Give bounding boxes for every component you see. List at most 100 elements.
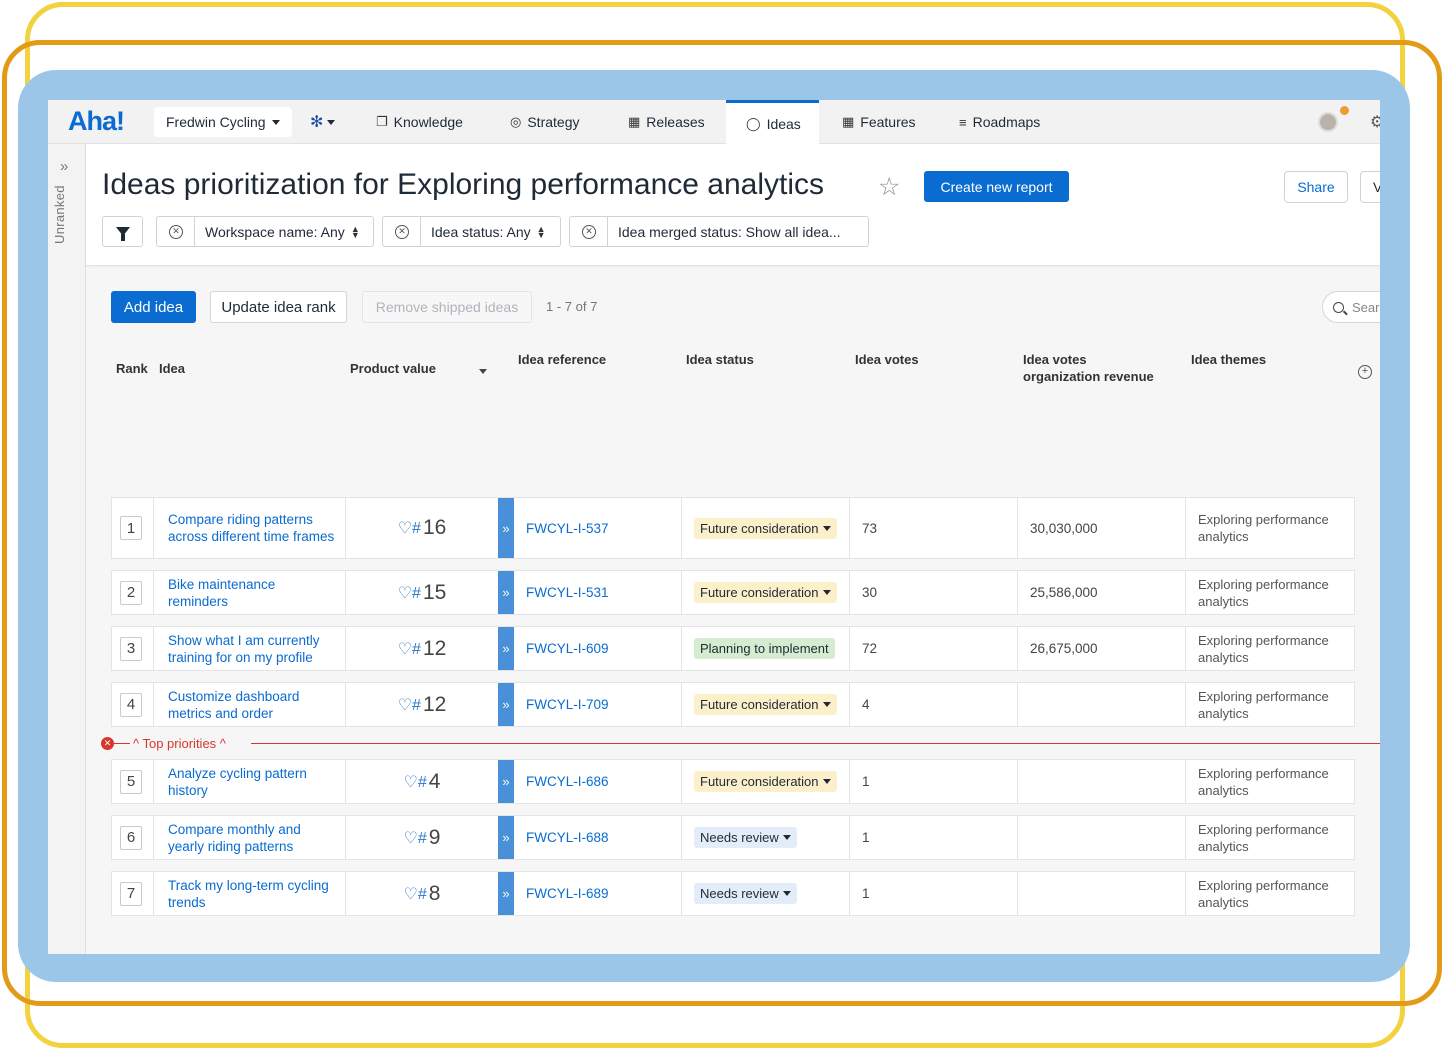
status-cell[interactable]: Planning to implement — [682, 627, 850, 670]
column-header-idea[interactable]: Idea — [159, 360, 185, 377]
product-value-cell[interactable]: ♡# 12 — [346, 627, 498, 670]
rank-number[interactable]: 7 — [120, 881, 142, 906]
expand-strip-icon[interactable]: » — [498, 571, 514, 614]
status-cell[interactable]: Future consideration — [682, 683, 850, 726]
themes-cell[interactable]: Exploring performance analytics — [1186, 571, 1354, 614]
themes-cell[interactable]: Exploring performance analytics — [1186, 627, 1354, 670]
nav-releases[interactable]: ▦ Releases — [608, 100, 725, 144]
status-cell[interactable]: Needs review — [682, 872, 850, 915]
add-idea-button[interactable]: Add idea — [111, 291, 196, 323]
unranked-rail[interactable]: » Unranked — [48, 144, 86, 954]
idea-cell[interactable]: Track my long-term cycling trends — [154, 872, 346, 915]
status-badge[interactable]: Needs review — [694, 883, 797, 904]
rank-number[interactable]: 4 — [120, 692, 142, 717]
expand-strip-icon[interactable]: » — [498, 872, 514, 915]
rank-number[interactable]: 6 — [120, 825, 142, 850]
quick-add-menu[interactable]: ✻ — [310, 112, 336, 132]
product-value-cell[interactable]: ♡# 9 — [346, 816, 498, 859]
status-cell[interactable]: Future consideration — [682, 498, 850, 558]
rank-cell[interactable]: 5 — [112, 760, 154, 803]
table-row[interactable]: 1 Compare riding patterns across differen… — [111, 497, 1355, 559]
themes-cell[interactable]: Exploring performance analytics — [1186, 683, 1354, 726]
column-header-revenue[interactable]: Idea votes organization revenue — [1023, 351, 1154, 385]
idea-reference-link[interactable]: FWCYL-I-609 — [514, 641, 609, 656]
nav-ideas[interactable]: ◯ Ideas — [726, 100, 819, 144]
themes-cell[interactable]: Exploring performance analytics — [1186, 872, 1354, 915]
remove-filter-status[interactable]: ✕ — [382, 216, 421, 247]
reference-cell[interactable]: FWCYL-I-537 — [514, 498, 682, 558]
idea-reference-link[interactable]: FWCYL-I-686 — [514, 774, 609, 789]
nav-knowledge[interactable]: ❐ Knowledge — [356, 100, 483, 144]
product-value-cell[interactable]: ♡# 8 — [346, 872, 498, 915]
idea-link[interactable]: Compare riding patterns across different… — [154, 511, 345, 545]
rank-number[interactable]: 3 — [120, 636, 142, 661]
column-header-votes[interactable]: Idea votes — [855, 351, 919, 368]
table-row[interactable]: 3 Show what I am currently training for o… — [111, 626, 1355, 671]
nav-roadmaps[interactable]: ≡ Roadmaps — [939, 100, 1060, 144]
workspace-selector[interactable]: Fredwin Cycling — [154, 107, 292, 137]
status-badge[interactable]: Future consideration — [694, 694, 837, 715]
reference-cell[interactable]: FWCYL-I-689 — [514, 872, 682, 915]
status-badge[interactable]: Future consideration — [694, 582, 837, 603]
nav-features[interactable]: ▦ Features — [822, 100, 936, 144]
top-priorities-divider[interactable]: ✕ ^ Top priorities ^ — [101, 736, 1380, 752]
rank-cell[interactable]: 3 — [112, 627, 154, 670]
idea-reference-link[interactable]: FWCYL-I-689 — [514, 886, 609, 901]
gear-icon[interactable]: ⚙ — [1370, 112, 1380, 132]
rank-cell[interactable]: 1 — [112, 498, 154, 558]
idea-cell[interactable]: Compare riding patterns across different… — [154, 498, 346, 558]
expand-strip-icon[interactable]: » — [498, 498, 514, 558]
rank-number[interactable]: 5 — [120, 769, 142, 794]
workspace-filter[interactable]: Workspace name: Any ▲ ▼ — [194, 216, 374, 247]
aha-logo[interactable]: Aha! — [68, 106, 125, 137]
idea-reference-link[interactable]: FWCYL-I-688 — [514, 830, 609, 845]
table-row[interactable]: 2 Bike maintenance reminders ♡# 15» FWCYL-I-… — [111, 570, 1355, 615]
column-header-themes[interactable]: Idea themes — [1191, 351, 1266, 368]
update-idea-rank-button[interactable]: Update idea rank — [210, 291, 347, 323]
status-cell[interactable]: Future consideration — [682, 571, 850, 614]
column-header-status[interactable]: Idea status — [686, 351, 754, 368]
idea-link[interactable]: Compare monthly and yearly riding patter… — [154, 821, 345, 855]
filter-button[interactable] — [102, 216, 143, 247]
add-column-icon[interactable]: + — [1358, 365, 1372, 379]
status-badge[interactable]: Needs review — [694, 827, 797, 848]
reference-cell[interactable]: FWCYL-I-709 — [514, 683, 682, 726]
status-badge[interactable]: Future consideration — [694, 771, 837, 792]
rank-cell[interactable]: 7 — [112, 872, 154, 915]
product-value-cell[interactable]: ♡# 15 — [346, 571, 498, 614]
rank-number[interactable]: 1 — [120, 516, 142, 540]
expand-strip-icon[interactable]: » — [498, 760, 514, 803]
idea-link[interactable]: Track my long-term cycling trends — [154, 877, 345, 911]
rank-cell[interactable]: 4 — [112, 683, 154, 726]
favorite-star-icon[interactable]: ☆ — [878, 172, 900, 202]
product-value-cell[interactable]: ♡# 16 — [346, 498, 498, 558]
view-button[interactable]: V — [1360, 171, 1380, 203]
status-cell[interactable]: Future consideration — [682, 760, 850, 803]
reference-cell[interactable]: FWCYL-I-686 — [514, 760, 682, 803]
idea-link[interactable]: Bike maintenance reminders — [154, 576, 345, 610]
idea-reference-link[interactable]: FWCYL-I-537 — [514, 521, 609, 536]
expand-strip-icon[interactable]: » — [498, 683, 514, 726]
table-row[interactable]: 7 Track my long-term cycling trends ♡# 8» FW… — [111, 871, 1355, 916]
idea-link[interactable]: Customize dashboard metrics and order — [154, 688, 345, 722]
remove-filter-merged[interactable]: ✕ — [569, 216, 608, 247]
create-report-button[interactable]: Create new report — [924, 171, 1069, 202]
remove-filter-workspace[interactable]: ✕ — [156, 216, 195, 247]
idea-cell[interactable]: Compare monthly and yearly riding patter… — [154, 816, 346, 859]
search-input[interactable]: Sear — [1322, 291, 1380, 323]
rank-cell[interactable]: 2 — [112, 571, 154, 614]
expand-strip-icon[interactable]: » — [498, 816, 514, 859]
sort-desc-icon[interactable] — [479, 361, 487, 378]
idea-cell[interactable]: Bike maintenance reminders — [154, 571, 346, 614]
themes-cell[interactable]: Exploring performance analytics — [1186, 498, 1354, 558]
reference-cell[interactable]: FWCYL-I-688 — [514, 816, 682, 859]
product-value-cell[interactable]: ♡# 12 — [346, 683, 498, 726]
idea-link[interactable]: Analyze cycling pattern history — [154, 765, 345, 799]
status-badge[interactable]: Future consideration — [694, 517, 837, 539]
status-cell[interactable]: Needs review — [682, 816, 850, 859]
idea-cell[interactable]: Analyze cycling pattern history — [154, 760, 346, 803]
column-header-product-value[interactable]: Product value — [350, 360, 436, 377]
status-filter[interactable]: Idea status: Any ▲ ▼ — [420, 216, 561, 247]
themes-cell[interactable]: Exploring performance analytics — [1186, 760, 1354, 803]
merged-status-filter[interactable]: Idea merged status: Show all idea... — [607, 216, 869, 247]
